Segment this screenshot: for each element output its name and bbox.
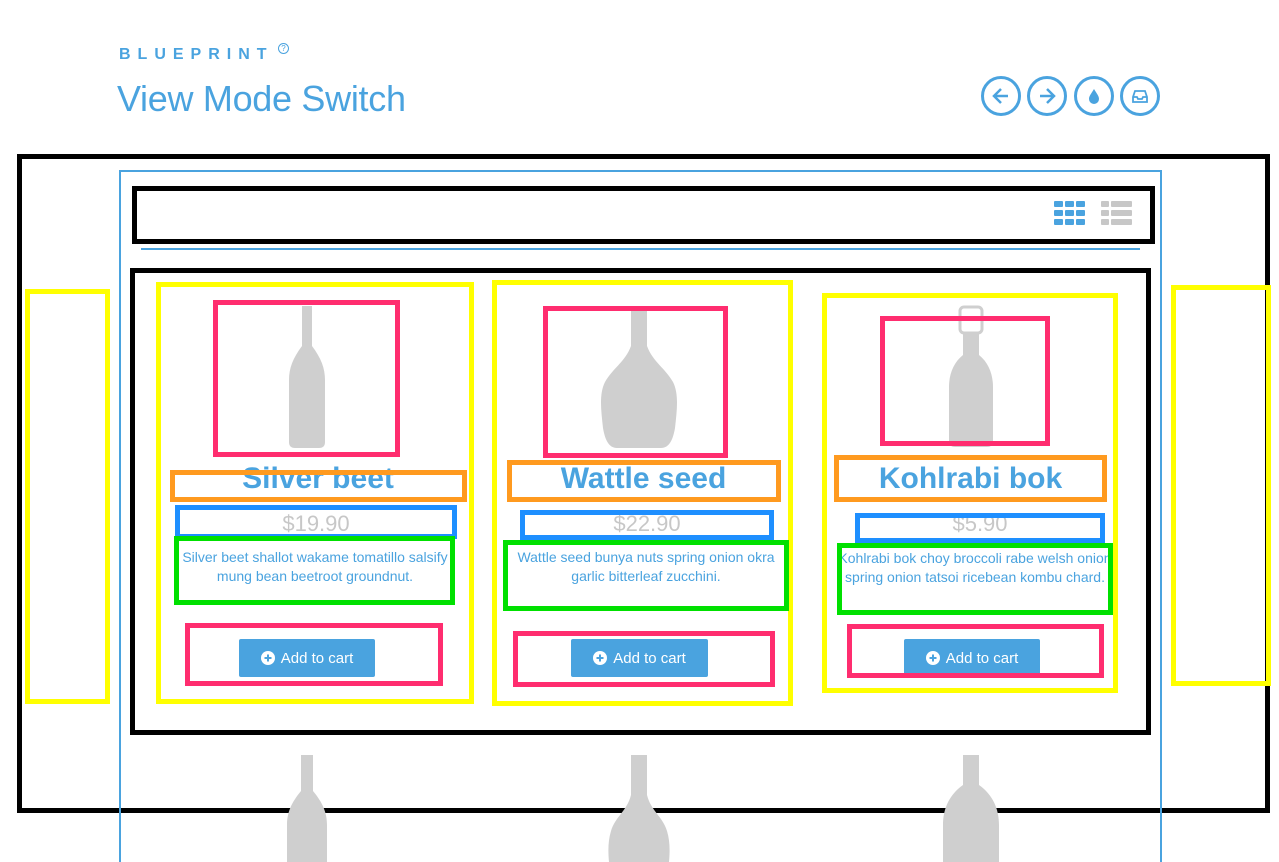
description-frame <box>837 543 1113 615</box>
next-button[interactable] <box>1027 76 1067 116</box>
title-frame <box>834 455 1107 502</box>
price-frame <box>520 510 774 540</box>
image-frame <box>213 300 400 457</box>
grid-view-icon[interactable] <box>1054 201 1085 225</box>
inbox-button[interactable] <box>1120 76 1160 116</box>
bottle-image <box>943 755 999 862</box>
cart-frame <box>185 623 443 686</box>
previous-button[interactable] <box>981 76 1021 116</box>
offscreen-card-left <box>25 289 110 704</box>
arrow-right-icon <box>1040 88 1056 104</box>
description-frame <box>503 540 789 611</box>
brand-logo: BLUEPRINT <box>119 46 274 63</box>
toolbar-divider <box>141 248 1140 250</box>
cart-frame <box>847 624 1104 678</box>
price-frame <box>175 505 457 539</box>
title-frame <box>507 460 781 502</box>
inbox-icon <box>1132 90 1148 103</box>
arrow-left-icon <box>992 88 1008 104</box>
price-frame <box>855 513 1105 543</box>
offscreen-card-right <box>1171 285 1271 686</box>
bottle-image <box>608 755 670 862</box>
list-view-icon[interactable] <box>1101 201 1132 225</box>
description-frame <box>174 536 455 605</box>
page-title: View Mode Switch <box>117 78 406 119</box>
title-frame <box>170 470 467 502</box>
help-icon[interactable]: ? <box>278 43 289 54</box>
theme-button[interactable] <box>1074 76 1114 116</box>
image-frame <box>543 306 728 458</box>
cart-frame <box>513 631 775 687</box>
toolbar-frame <box>132 186 1155 244</box>
image-frame <box>880 316 1050 446</box>
bottle-image <box>287 755 327 862</box>
drop-icon <box>1089 89 1099 104</box>
